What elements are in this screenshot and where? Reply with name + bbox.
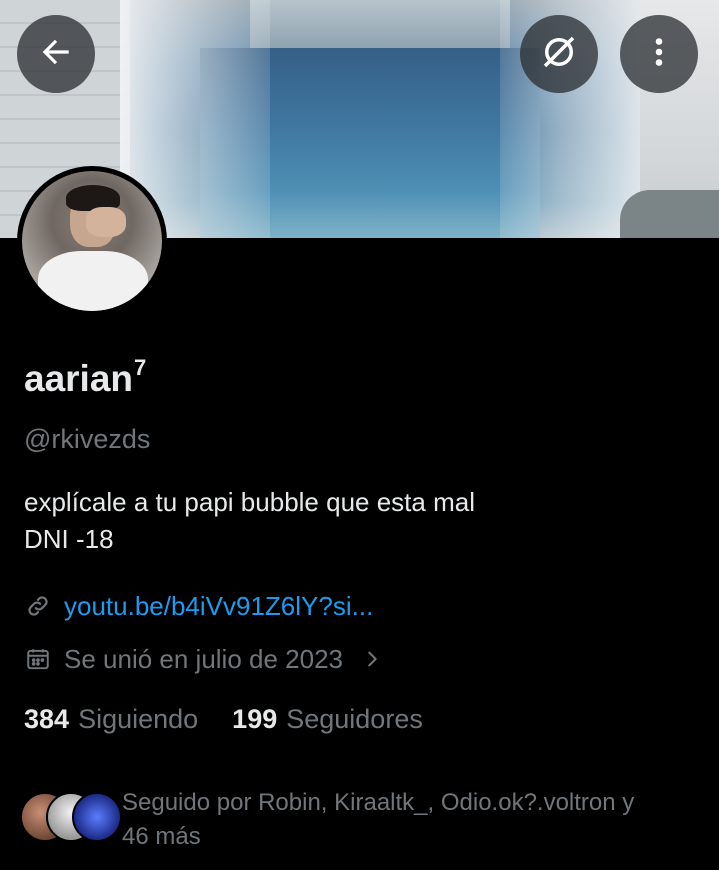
arrow-left-icon bbox=[37, 33, 75, 76]
banner-sky bbox=[250, 0, 510, 48]
more-vertical-icon bbox=[641, 34, 677, 75]
followed-by-line: 46 más bbox=[122, 823, 201, 850]
avatar-hand bbox=[86, 207, 126, 237]
followers-count: 199 bbox=[232, 704, 278, 734]
website-link-row[interactable]: youtu.be/b4iVv91Z6lY?si... bbox=[24, 588, 373, 624]
joined-date-row[interactable]: Se unió en julio de 2023 bbox=[24, 641, 383, 677]
avatar-shirt bbox=[38, 251, 148, 311]
follower-avatars bbox=[20, 788, 122, 842]
display-name: aarian bbox=[24, 358, 134, 399]
followed-by-line: Seguido por Robin, Kiraaltk_, Odio.ok?.v… bbox=[122, 789, 635, 816]
grok-icon bbox=[538, 31, 580, 78]
joined-date: Se unió en julio de 2023 bbox=[64, 643, 344, 674]
following-count: 384 bbox=[24, 704, 70, 734]
avatar-photo bbox=[22, 171, 162, 311]
bio-line: explícale a tu papi bubble que esta mal bbox=[24, 487, 475, 517]
following-label: Siguiendo bbox=[78, 704, 199, 734]
display-name-row: aarian 7 bbox=[24, 357, 146, 401]
more-options-button[interactable] bbox=[620, 15, 698, 93]
link-icon bbox=[24, 592, 52, 620]
follow-stats: 384 Siguiendo 199 Seguidores bbox=[24, 704, 423, 735]
calendar-icon bbox=[24, 645, 52, 673]
follower-avatar bbox=[72, 792, 122, 842]
avatar[interactable] bbox=[17, 166, 167, 316]
banner-bed bbox=[620, 190, 719, 238]
followers-stat[interactable]: 199 Seguidores bbox=[232, 704, 423, 735]
followed-by-text: Seguido por Robin, Kiraaltk_, Odio.ok?.v… bbox=[122, 786, 634, 854]
followed-by-row[interactable]: Seguido por Robin, Kiraaltk_, Odio.ok?.v… bbox=[20, 786, 634, 854]
grok-button[interactable] bbox=[520, 15, 598, 93]
following-stat[interactable]: 384 Siguiendo bbox=[24, 704, 198, 735]
bio: explícale a tu papi bubble que esta mal … bbox=[24, 484, 475, 558]
chevron-right-icon bbox=[361, 648, 383, 670]
website-link[interactable]: youtu.be/b4iVv91Z6lY?si... bbox=[64, 591, 373, 622]
followers-label: Seguidores bbox=[286, 704, 423, 734]
username-handle: @rkivezds bbox=[24, 424, 151, 454]
display-name-superscript: 7 bbox=[134, 355, 147, 380]
back-button[interactable] bbox=[17, 15, 95, 93]
bio-line: DNI -18 bbox=[24, 524, 114, 554]
